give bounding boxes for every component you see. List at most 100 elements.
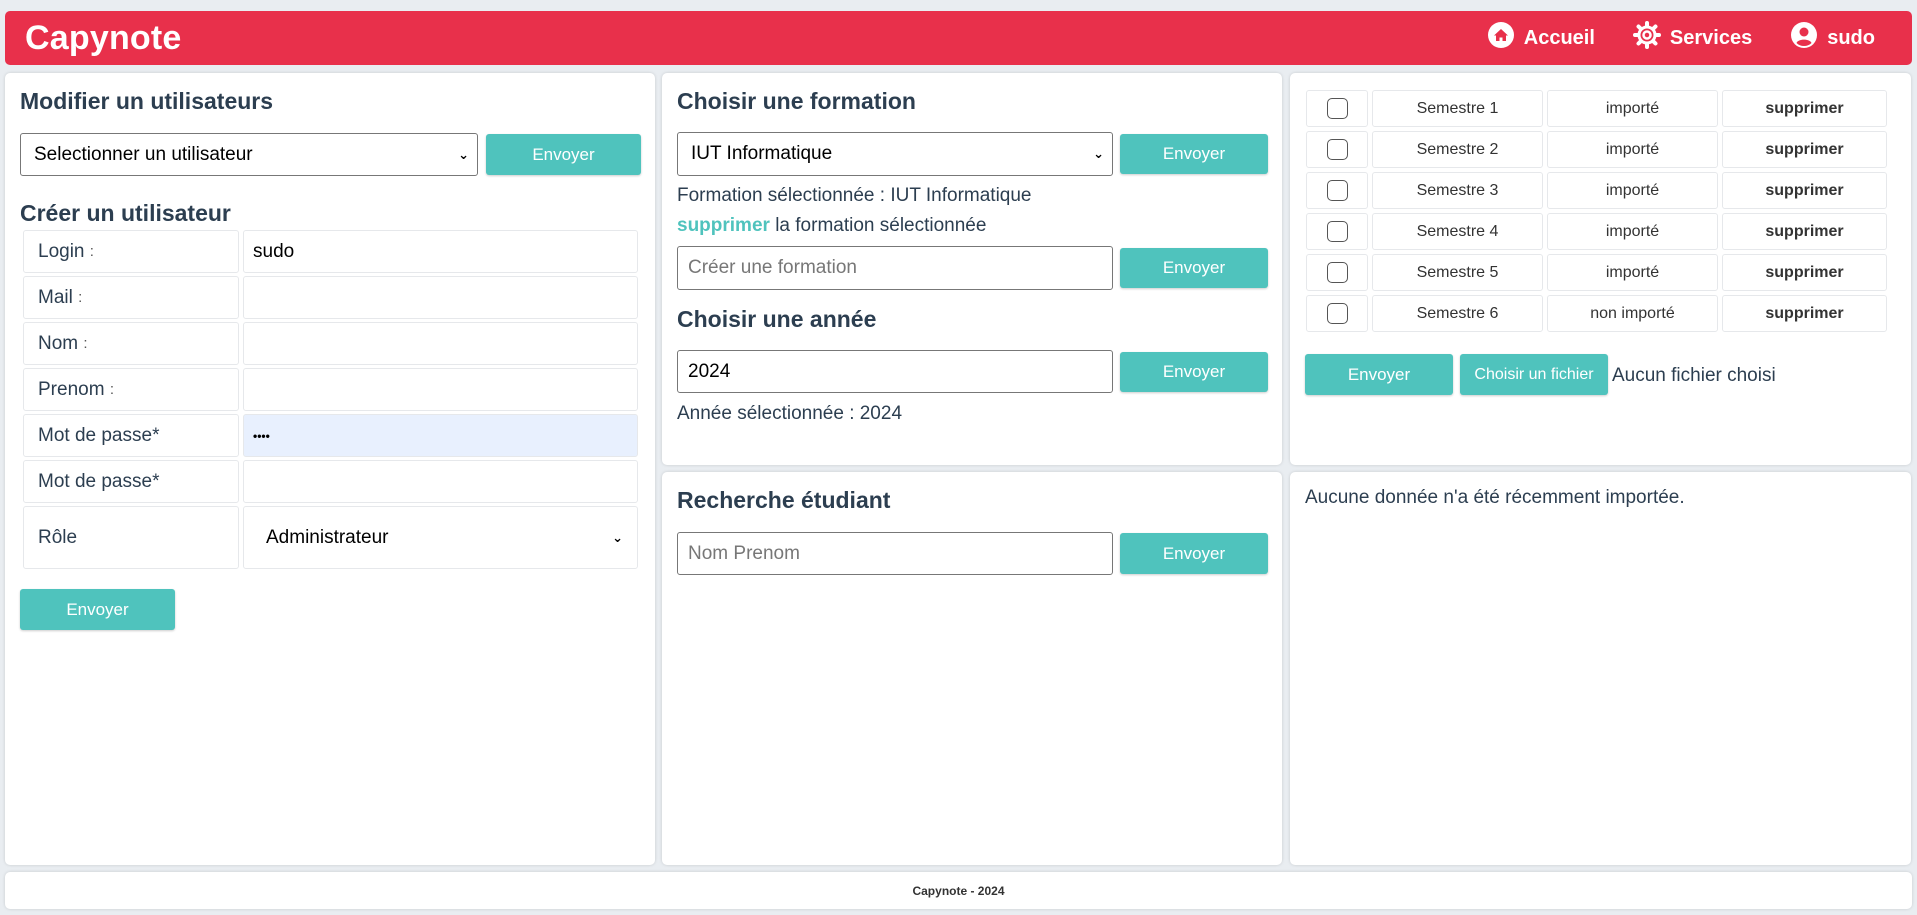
prenom-label: Prenom : <box>23 368 239 411</box>
selected-formation-text: Formation sélectionnée : IUT Informatiqu… <box>677 185 1032 206</box>
semester-delete-link[interactable]: supprimer <box>1722 254 1887 291</box>
semester-checkbox[interactable] <box>1326 180 1348 201</box>
modify-user-submit-button[interactable]: Envoyer <box>486 134 641 175</box>
password-field[interactable]: •••• <box>243 414 638 457</box>
choose-file-button[interactable]: Choisir un fichier <box>1460 354 1608 395</box>
semester-name: Semestre 4 <box>1372 213 1543 250</box>
mail-label: Mail : <box>23 276 239 319</box>
semester-status: importé <box>1547 254 1718 291</box>
semester-name: Semestre 6 <box>1372 295 1543 332</box>
chevron-down-icon: ⌄ <box>458 146 469 162</box>
nom-label: Nom : <box>23 322 239 365</box>
create-user-title: Créer un utilisateur <box>20 200 231 226</box>
semester-delete-link[interactable]: supprimer <box>1722 295 1887 332</box>
modify-user-title: Modifier un utilisateurs <box>20 88 274 114</box>
nav-home[interactable]: Accueil <box>1487 21 1595 55</box>
login-field[interactable]: sudo <box>243 230 638 273</box>
form-row-login: Login : sudo <box>23 230 643 273</box>
semesters-submit-button[interactable]: Envoyer <box>1305 354 1453 395</box>
form-row-nom: Nom : <box>23 322 643 365</box>
delete-formation-text: la formation sélectionnée <box>769 215 987 236</box>
semester-row: Semestre 4 importé supprimer <box>1306 213 1896 250</box>
semester-name: Semestre 2 <box>1372 131 1543 168</box>
nav-user[interactable]: sudo <box>1790 21 1875 55</box>
semester-status: importé <box>1547 131 1718 168</box>
choose-year-title: Choisir une année <box>677 306 877 332</box>
role-select[interactable]: Administrateur ⌄ <box>243 506 638 569</box>
selected-year-text: Année sélectionnée : 2024 <box>677 403 903 424</box>
semester-checkbox[interactable] <box>1326 139 1348 160</box>
brand-logo[interactable]: Capynote <box>25 19 182 58</box>
student-search-input[interactable]: Nom Prenom <box>677 532 1113 575</box>
semester-delete-link[interactable]: supprimer <box>1722 131 1887 168</box>
semester-name: Semestre 5 <box>1372 254 1543 291</box>
users-panel: Modifier un utilisateurs Selectionner un… <box>5 73 655 865</box>
choose-formation-title: Choisir une formation <box>677 88 916 114</box>
semester-delete-link[interactable]: supprimer <box>1722 90 1887 127</box>
semester-checkbox-cell <box>1306 90 1368 127</box>
semester-checkbox-cell <box>1306 172 1368 209</box>
semester-row: Semestre 6 non importé supprimer <box>1306 295 1896 332</box>
formation-select[interactable]: IUT Informatique ⌄ <box>677 132 1113 176</box>
formation-submit-button[interactable]: Envoyer <box>1120 134 1268 174</box>
login-label: Login : <box>23 230 239 273</box>
main-nav: Accueil Services sudo <box>1487 21 1892 55</box>
semester-checkbox[interactable] <box>1326 262 1348 283</box>
role-label: Rôle <box>23 506 239 569</box>
nav-services-label: Services <box>1669 26 1753 49</box>
semester-checkbox[interactable] <box>1326 221 1348 242</box>
user-select-value: Selectionner un utilisateur <box>34 143 253 165</box>
semester-status: importé <box>1547 213 1718 250</box>
form-row-role: Rôle Administrateur ⌄ <box>23 506 643 569</box>
prenom-field[interactable] <box>243 368 638 411</box>
semester-checkbox[interactable] <box>1326 303 1348 324</box>
nom-field[interactable] <box>243 322 638 365</box>
form-row-password-confirm: Mot de passe* <box>23 460 643 503</box>
user-select[interactable]: Selectionner un utilisateur ⌄ <box>20 133 478 176</box>
semester-checkbox-cell <box>1306 295 1368 332</box>
semester-status: importé <box>1547 172 1718 209</box>
chevron-down-icon: ⌄ <box>612 529 623 545</box>
semester-delete-link[interactable]: supprimer <box>1722 172 1887 209</box>
form-row-password: Mot de passe* •••• <box>23 414 643 457</box>
semester-row: Semestre 3 importé supprimer <box>1306 172 1896 209</box>
formation-select-value: IUT Informatique <box>691 143 833 164</box>
semester-checkbox-cell <box>1306 131 1368 168</box>
nav-home-label: Accueil <box>1523 26 1595 49</box>
student-search-submit-button[interactable]: Envoyer <box>1120 533 1268 574</box>
form-row-mail: Mail : <box>23 276 643 319</box>
create-formation-submit-button[interactable]: Envoyer <box>1120 248 1268 288</box>
semester-checkbox[interactable] <box>1326 98 1348 119</box>
form-row-prenom: Prenom : <box>23 368 643 411</box>
mail-field[interactable] <box>243 276 638 319</box>
semester-status: importé <box>1547 90 1718 127</box>
gear-icon <box>1632 21 1661 55</box>
semester-name: Semestre 3 <box>1372 172 1543 209</box>
year-input[interactable]: 2024 <box>677 350 1113 393</box>
semester-delete-link[interactable]: supprimer <box>1722 213 1887 250</box>
semester-row: Semestre 1 importé supprimer <box>1306 90 1896 127</box>
nav-services[interactable]: Services <box>1632 21 1753 55</box>
home-icon <box>1487 21 1515 55</box>
app-root: Capynote Accueil Services sudo Modifier … <box>0 0 1917 915</box>
nav-user-label: sudo <box>1827 26 1875 49</box>
semesters-panel: Semestre 1 importé supprimer Semestre 2 impo… <box>1290 73 1911 465</box>
user-icon <box>1790 21 1818 55</box>
create-user-submit-button[interactable]: Envoyer <box>20 589 175 630</box>
role-select-value: Administrateur <box>266 526 389 548</box>
delete-formation-link[interactable]: supprimer <box>677 215 770 236</box>
password-label: Mot de passe* <box>23 414 239 457</box>
footer: Capynote - 2024 <box>5 872 1912 909</box>
semester-checkbox-cell <box>1306 254 1368 291</box>
student-search-panel: Recherche étudiant Nom Prenom Envoyer <box>662 472 1282 865</box>
year-submit-button[interactable]: Envoyer <box>1120 352 1268 392</box>
recent-imports-panel: Aucune donnée n'a été récemment importée… <box>1290 472 1911 865</box>
semester-checkbox-cell <box>1306 213 1368 250</box>
password-confirm-field[interactable] <box>243 460 638 503</box>
file-status-text: Aucun fichier choisi <box>1612 365 1776 386</box>
semester-row: Semestre 2 importé supprimer <box>1306 131 1896 168</box>
semester-name: Semestre 1 <box>1372 90 1543 127</box>
semester-status: non importé <box>1547 295 1718 332</box>
create-formation-input[interactable]: Créer une formation <box>677 246 1113 290</box>
top-navbar: Capynote Accueil Services sudo <box>5 11 1912 65</box>
